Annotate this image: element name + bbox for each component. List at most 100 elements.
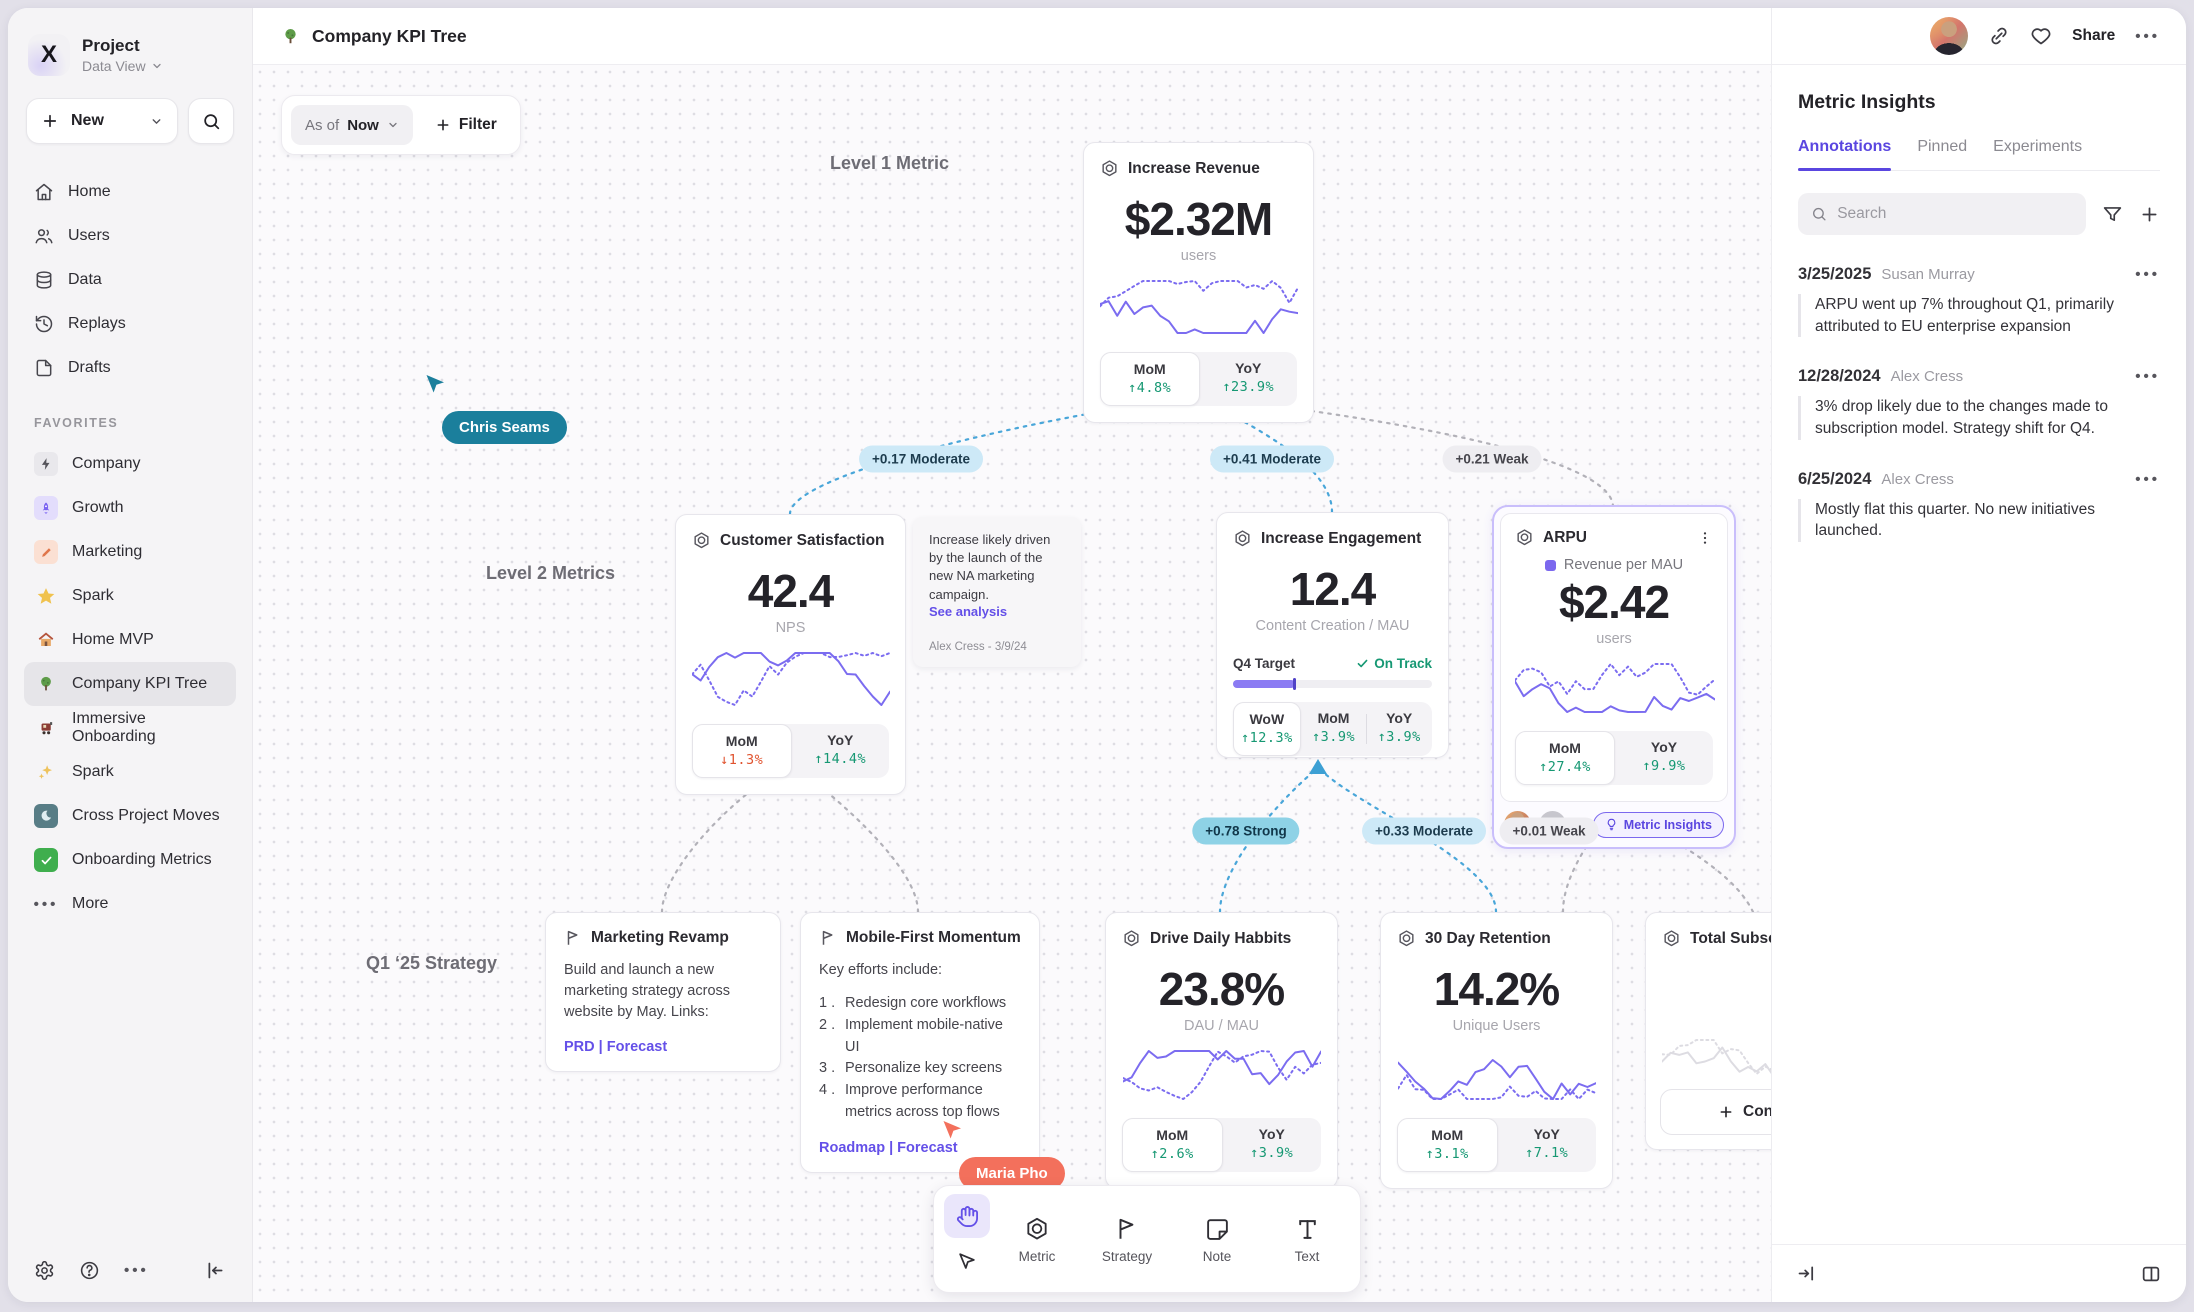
stat-yoy[interactable]: YoY↑3.9% [1366, 702, 1432, 756]
more-options-icon[interactable]: ••• [124, 1262, 149, 1279]
collapse-sidebar-icon[interactable] [205, 1260, 226, 1281]
user-avatar[interactable] [1930, 17, 1968, 55]
sidebar-item-company-kpi-tree[interactable]: Company KPI Tree [24, 662, 236, 706]
stat-mom[interactable]: MoM↓1.3% [692, 724, 792, 778]
text-tool-button[interactable]: Text [1264, 1211, 1350, 1268]
kpi-tree-canvas[interactable]: As of Now Filter Level 1 Metric Level 2 … [253, 65, 1771, 1302]
metric-tool-button[interactable]: Metric [994, 1210, 1080, 1268]
strategy-intro: Key efforts include: [819, 960, 1021, 981]
metric-value: 14.2% [1397, 962, 1596, 1016]
sidebar-item-cross-project-moves[interactable]: Cross Project Moves [24, 794, 236, 838]
metric-icon [1233, 529, 1252, 548]
chevron-down-icon[interactable] [150, 115, 163, 128]
more-menu-icon[interactable]: ••• [2135, 28, 2160, 45]
sidebar-item-marketing[interactable]: Marketing [24, 530, 236, 574]
sidebar-search-button[interactable] [188, 98, 234, 144]
help-icon[interactable] [79, 1260, 100, 1281]
sidebar-item-more[interactable]: ••• More [24, 882, 236, 926]
project-switcher[interactable]: X Project Data View [24, 30, 236, 98]
annotation-menu-icon[interactable]: ••• [2135, 368, 2160, 385]
annotation-item[interactable]: 3/25/2025 Susan Murray ••• ARPU went up … [1798, 265, 2160, 337]
stat-mom[interactable]: MoM↑3.1% [1397, 1118, 1498, 1172]
sidebar-item-users[interactable]: Users [24, 214, 236, 258]
annotation-search[interactable] [1798, 193, 2086, 235]
metric-card-increase-engagement[interactable]: Increase Engagement 12.4 Content Creatio… [1216, 512, 1449, 758]
sidebar-item-replays[interactable]: Replays [24, 302, 236, 346]
copy-link-icon[interactable] [1988, 25, 2010, 47]
stat-yoy[interactable]: YoY↑14.4% [792, 724, 890, 778]
metric-unit: users [1100, 248, 1297, 264]
add-annotation-icon[interactable] [2139, 204, 2160, 225]
metric-card-customer-satisfaction[interactable]: Customer Satisfaction 42.4 NPS MoM↓1.3% … [675, 514, 906, 795]
annotation-note-campaign[interactable]: Increase likely driven by the launch of … [913, 517, 1081, 667]
strategy-card-marketing-revamp[interactable]: Marketing Revamp Build and launch a new … [545, 912, 781, 1072]
strategy-tool-button[interactable]: Strategy [1084, 1210, 1170, 1268]
search-icon [202, 112, 221, 131]
collapse-panel-icon[interactable] [1796, 1263, 1817, 1284]
correlation-pill: +0.01 Weak [1500, 818, 1599, 845]
sidebar-item-immersive-onboarding[interactable]: Immersive Onboarding [24, 706, 236, 750]
annotation-menu-icon[interactable]: ••• [2135, 266, 2160, 283]
flag-icon [564, 929, 582, 947]
sidebar-item-spark-2[interactable]: Spark [24, 750, 236, 794]
kebab-menu-icon[interactable] [1697, 530, 1713, 546]
fav-label: Home MVP [72, 631, 154, 649]
sidebar-item-home-mvp[interactable]: Home MVP [24, 618, 236, 662]
metric-card-drive-daily-habbits[interactable]: Drive Daily Habbits 23.8% DAU / MAU MoM↑… [1105, 912, 1338, 1189]
metric-insights-badge[interactable]: Metric Insights [1593, 812, 1724, 838]
text-icon [1295, 1217, 1320, 1242]
metric-icon [1397, 929, 1416, 948]
metric-title: ARPU [1543, 529, 1587, 547]
stat-yoy[interactable]: YoY↑7.1% [1498, 1118, 1597, 1172]
select-tool-button[interactable] [944, 1240, 990, 1284]
annotation-item[interactable]: 6/25/2024 Alex Cress ••• Mostly flat thi… [1798, 470, 2160, 542]
settings-gear-icon[interactable] [34, 1260, 55, 1281]
stat-mom[interactable]: MoM↑3.9% [1301, 702, 1367, 756]
hand-tool-button[interactable] [944, 1194, 990, 1238]
sidebar: X Project Data View New Home [8, 8, 253, 1302]
stat-mom[interactable]: MoM↑2.6% [1122, 1118, 1223, 1172]
sidebar-item-spark[interactable]: Spark [24, 574, 236, 618]
sidebar-item-home[interactable]: Home [24, 170, 236, 214]
correlation-pill: +0.78 Strong [1192, 818, 1299, 845]
stat-mom[interactable]: MoM↑27.4% [1515, 731, 1615, 785]
train-icon [34, 716, 58, 740]
search-input[interactable] [1837, 205, 2073, 223]
prd-forecast-links[interactable]: PRD | Forecast [564, 1039, 762, 1055]
sidebar-item-data[interactable]: Data [24, 258, 236, 302]
split-view-icon[interactable] [2140, 1263, 2162, 1285]
sidebar-item-company[interactable]: Company [24, 442, 236, 486]
favorite-heart-icon[interactable] [2030, 25, 2052, 47]
share-button[interactable]: Share [2072, 27, 2115, 45]
tab-pinned[interactable]: Pinned [1917, 138, 1967, 170]
sidebar-item-drafts[interactable]: Drafts [24, 346, 236, 390]
tab-experiments[interactable]: Experiments [1993, 138, 2082, 170]
filter-button[interactable]: Filter [421, 105, 511, 145]
workspace-logo: X [28, 34, 70, 76]
annotation-menu-icon[interactable]: ••• [2135, 471, 2160, 488]
sidebar-item-growth[interactable]: Growth [24, 486, 236, 530]
stat-yoy[interactable]: YoY↑3.9% [1223, 1118, 1322, 1172]
filter-funnel-icon[interactable] [2102, 204, 2123, 225]
stat-wow[interactable]: WoW↑12.3% [1233, 702, 1301, 756]
as-of-dropdown[interactable]: As of Now [291, 105, 413, 145]
metric-card-arpu-selected[interactable]: ARPU Revenue per MAU $2.42 users MoM↑27.… [1492, 505, 1736, 849]
metric-icon [1662, 929, 1681, 948]
stat-yoy[interactable]: YoY↑23.9% [1200, 352, 1298, 406]
fav-label: Marketing [72, 543, 142, 561]
connect-button[interactable]: Connect [1660, 1089, 1771, 1135]
note-tool-button[interactable]: Note [1174, 1211, 1260, 1268]
annotation-item[interactable]: 12/28/2024 Alex Cress ••• 3% drop likely… [1798, 367, 2160, 439]
tab-annotations[interactable]: Annotations [1798, 138, 1891, 170]
metric-card-30-day-retention[interactable]: 30 Day Retention 14.2% Unique Users MoM↑… [1380, 912, 1613, 1189]
metric-card-total-subscriptions[interactable]: Total Subscript Connect [1645, 912, 1771, 1150]
new-button[interactable]: New [26, 98, 178, 144]
metric-card-increase-revenue[interactable]: Increase Revenue $2.32M users MoM↑4.8% Y… [1083, 142, 1314, 423]
annotation-date: 12/28/2024 [1798, 367, 1881, 386]
search-icon [1811, 205, 1827, 223]
see-analysis-link[interactable]: See analysis [929, 604, 1065, 619]
stat-yoy[interactable]: YoY↑9.9% [1615, 731, 1713, 785]
project-subtitle[interactable]: Data View [82, 58, 163, 74]
sidebar-item-onboarding-metrics[interactable]: Onboarding Metrics [24, 838, 236, 882]
stat-mom[interactable]: MoM↑4.8% [1100, 352, 1200, 406]
